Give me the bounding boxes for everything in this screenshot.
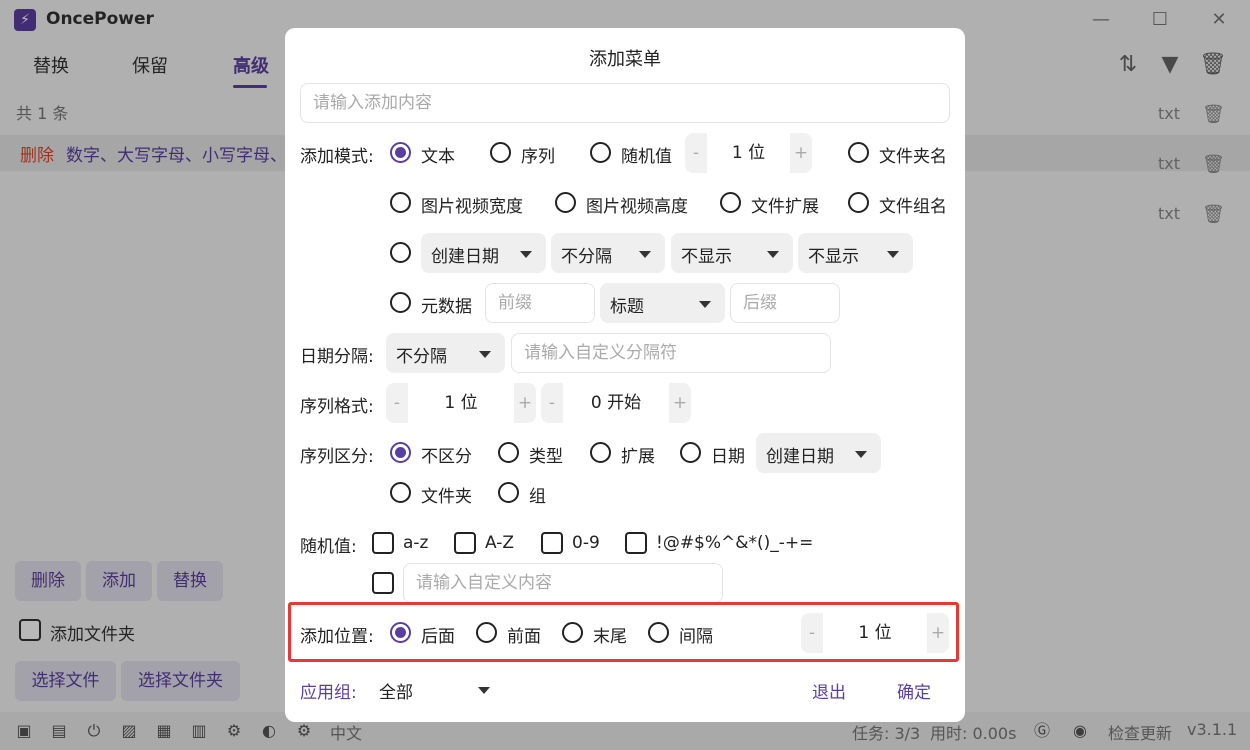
random-custom-input[interactable] — [403, 563, 723, 603]
mode-img-width-radio[interactable] — [390, 192, 411, 213]
distinct-none-label: 不区分 — [421, 447, 472, 467]
apply-group-select[interactable]: 全部 — [369, 669, 504, 709]
random-upper-checkbox[interactable] — [454, 532, 476, 554]
metadata-field-select[interactable]: 标题 — [600, 283, 725, 323]
date-separator-select[interactable]: 不分隔 — [551, 233, 665, 273]
mode-file-group-label: 文件组名 — [879, 197, 947, 217]
distinct-date-label: 日期 — [711, 447, 745, 467]
random-digits-stepper[interactable]: - 1 位 + — [685, 133, 812, 173]
position-highlight-box — [288, 602, 959, 662]
content-input[interactable] — [300, 83, 950, 123]
decrement-button[interactable]: - — [541, 383, 563, 423]
distinct-date-select[interactable]: 创建日期 — [756, 433, 881, 473]
confirm-button[interactable]: 确定 — [897, 678, 931, 703]
distinct-folder-label: 文件夹 — [421, 487, 472, 507]
mode-file-group-radio[interactable] — [848, 192, 869, 213]
mode-text-radio[interactable] — [390, 142, 411, 163]
distinct-date-radio[interactable] — [680, 442, 701, 463]
distinct-type-label: 类型 — [529, 447, 563, 467]
exit-button[interactable]: 退出 — [812, 678, 846, 703]
distinct-group-radio[interactable] — [498, 482, 519, 503]
mode-date-radio[interactable] — [390, 242, 411, 263]
date-type-select[interactable]: 创建日期 — [421, 233, 546, 273]
date-sep-label: 日期分隔: — [300, 347, 374, 367]
prefix-input[interactable] — [485, 283, 595, 323]
chevron-down-icon — [639, 251, 651, 258]
stepper-value[interactable]: 1 位 — [408, 383, 514, 423]
random-label: 随机值: — [300, 537, 357, 557]
mode-file-ext-radio[interactable] — [720, 192, 741, 213]
chevron-down-icon — [699, 301, 711, 308]
mode-random-label: 随机值 — [621, 147, 672, 167]
increment-button[interactable]: + — [790, 133, 812, 173]
random-digits-checkbox[interactable] — [541, 532, 563, 554]
random-digits-label: 0-9 — [572, 533, 600, 553]
chevron-down-icon — [855, 451, 867, 458]
date-sep-select[interactable]: 不分隔 — [386, 333, 505, 373]
chevron-down-icon — [887, 251, 899, 258]
mode-img-width-label: 图片视频宽度 — [421, 197, 523, 217]
random-upper-label: A-Z — [485, 533, 515, 553]
random-symbols-label: !@#$%^&*()_-+= — [656, 533, 814, 553]
distinct-ext-radio[interactable] — [590, 442, 611, 463]
distinct-none-radio[interactable] — [390, 442, 411, 463]
mode-img-height-radio[interactable] — [555, 192, 576, 213]
mode-metadata-radio[interactable] — [390, 292, 411, 313]
seq-start-stepper[interactable]: - 0 开始 + — [541, 383, 691, 423]
suffix-input[interactable] — [730, 283, 840, 323]
random-lower-label: a-z — [403, 533, 429, 553]
mode-img-height-label: 图片视频高度 — [586, 197, 688, 217]
mode-sequence-label: 序列 — [521, 147, 555, 167]
mode-sequence-radio[interactable] — [490, 142, 511, 163]
mode-label: 添加模式: — [300, 147, 374, 167]
distinct-ext-label: 扩展 — [621, 447, 655, 467]
distinct-group-label: 组 — [529, 487, 546, 507]
mode-random-radio[interactable] — [590, 142, 611, 163]
mode-folder-name-label: 文件夹名 — [879, 147, 947, 167]
apply-group-label: 应用组: — [300, 683, 357, 703]
increment-button[interactable]: + — [669, 383, 691, 423]
increment-button[interactable]: + — [514, 383, 536, 423]
show-select-2[interactable]: 不显示 — [798, 233, 913, 273]
custom-separator-input[interactable] — [511, 333, 831, 373]
mode-file-ext-label: 文件扩展 — [751, 197, 819, 217]
decrement-button[interactable]: - — [685, 133, 707, 173]
dialog-title: 添加菜单 — [589, 49, 661, 70]
show-select-1[interactable]: 不显示 — [671, 233, 793, 273]
chevron-down-icon — [479, 351, 491, 358]
seq-format-label: 序列格式: — [300, 397, 374, 417]
mode-metadata-label: 元数据 — [421, 297, 472, 317]
seq-distinct-label: 序列区分: — [300, 447, 374, 467]
stepper-value[interactable]: 1 位 — [707, 133, 790, 173]
distinct-folder-radio[interactable] — [390, 482, 411, 503]
chevron-down-icon — [520, 251, 532, 258]
mode-text-label: 文本 — [421, 147, 455, 167]
chevron-down-icon — [478, 687, 490, 694]
random-lower-checkbox[interactable] — [372, 532, 394, 554]
stepper-value[interactable]: 0 开始 — [563, 383, 669, 423]
distinct-type-radio[interactable] — [498, 442, 519, 463]
random-symbols-checkbox[interactable] — [625, 532, 647, 554]
decrement-button[interactable]: - — [386, 383, 408, 423]
seq-digits-stepper[interactable]: - 1 位 + — [386, 383, 536, 423]
random-custom-checkbox[interactable] — [372, 572, 394, 594]
mode-folder-name-radio[interactable] — [848, 142, 869, 163]
chevron-down-icon — [767, 251, 779, 258]
